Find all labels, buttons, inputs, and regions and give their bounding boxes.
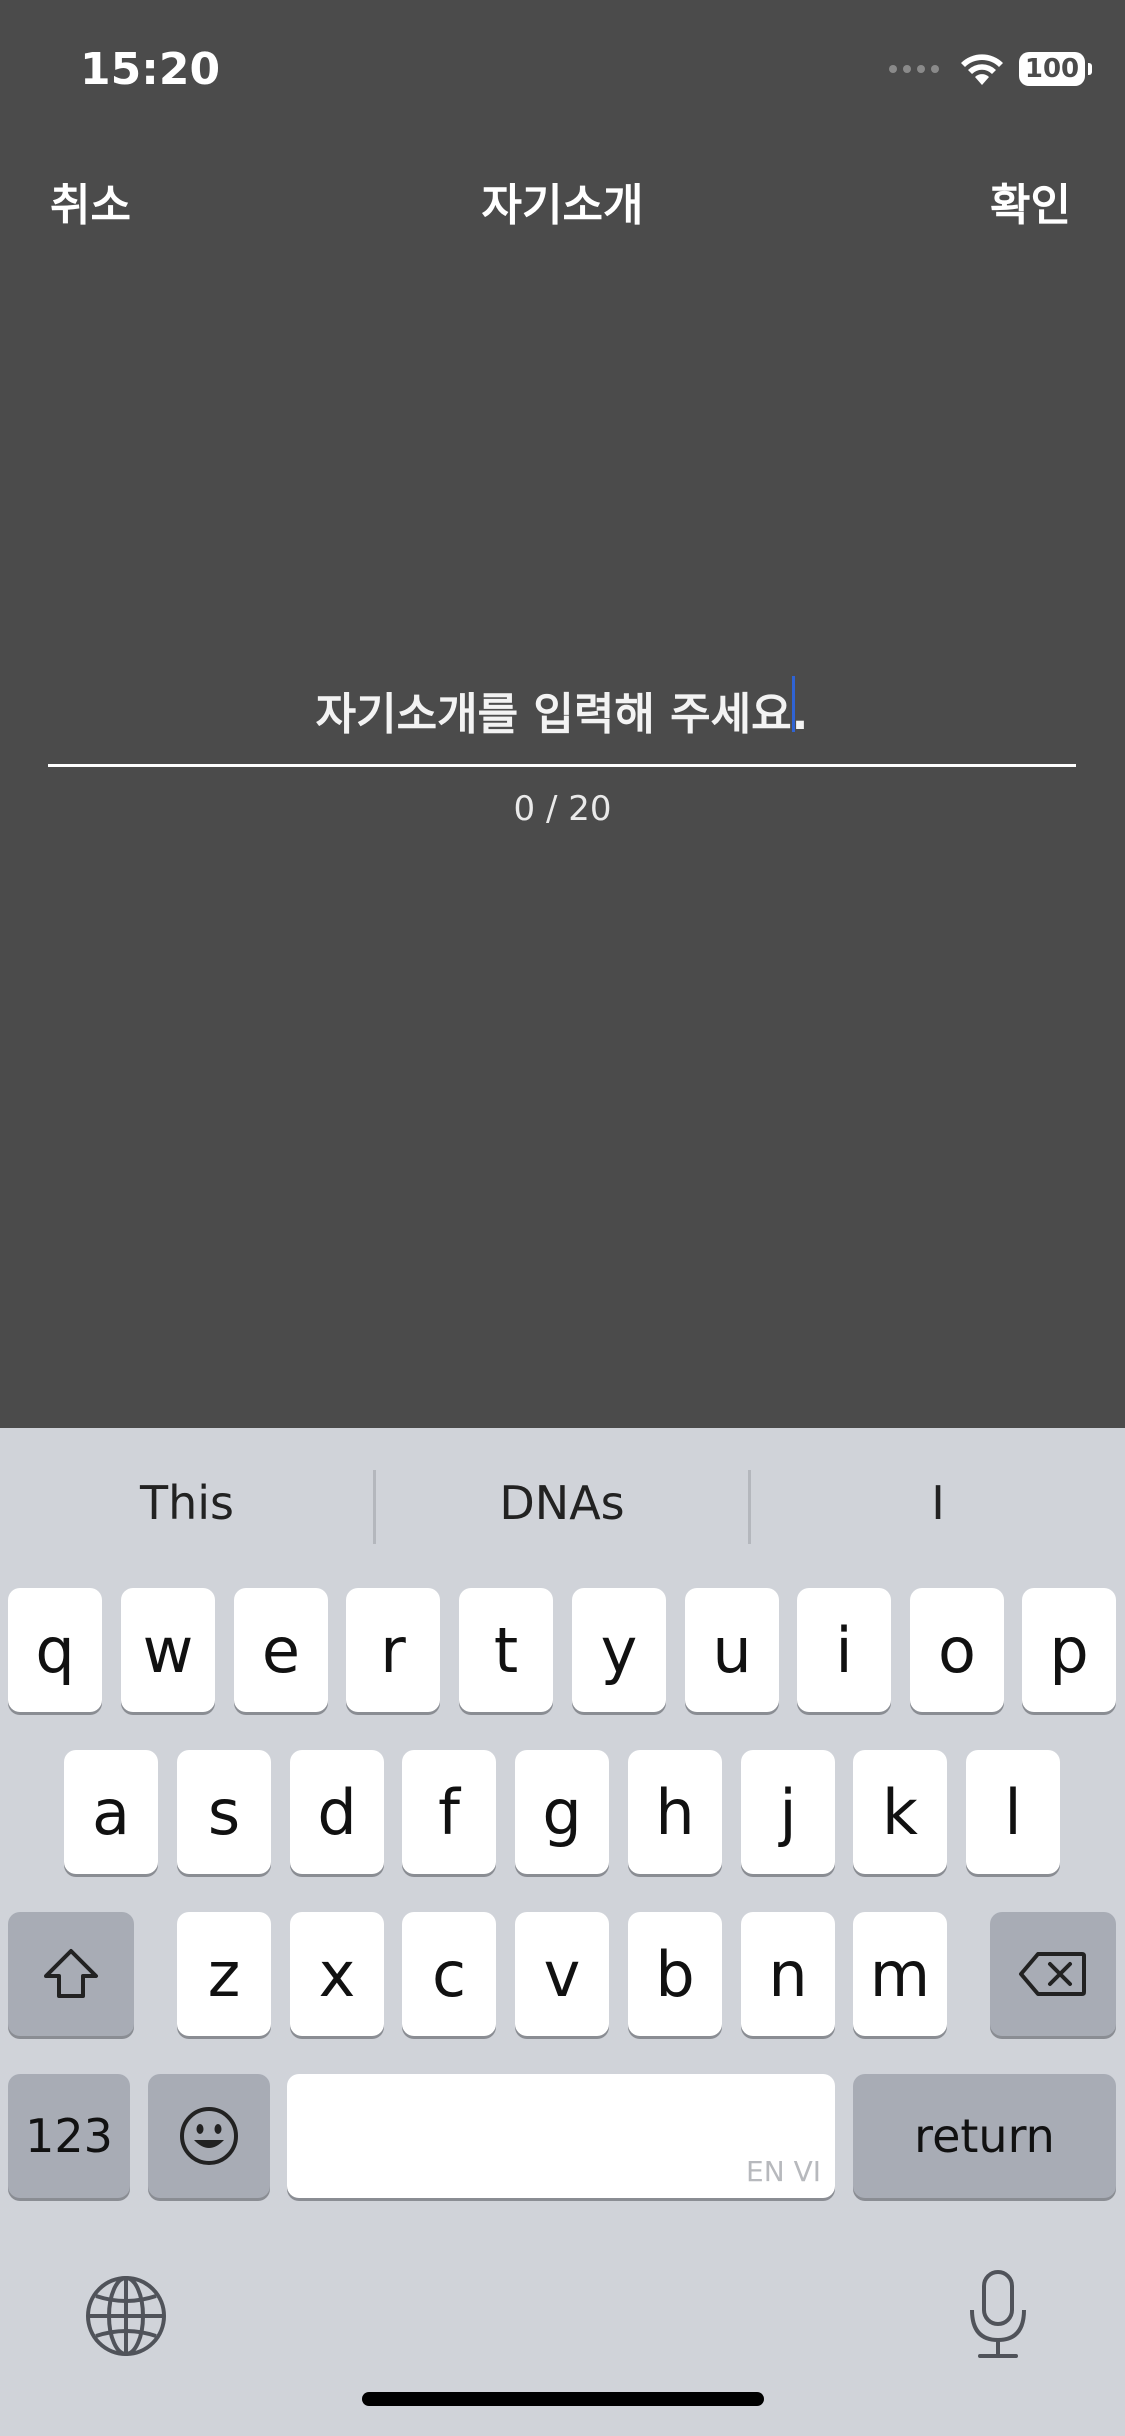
key-t[interactable]: t [459,1588,553,1712]
home-indicator[interactable] [362,2392,764,2406]
key-f[interactable]: f [402,1750,496,1874]
key-o[interactable]: o [910,1588,1004,1712]
microphone-icon[interactable] [966,2268,1030,2362]
return-key[interactable]: return [853,2074,1116,2198]
key-s[interactable]: s [177,1750,271,1874]
key-d[interactable]: d [290,1750,384,1874]
page-title: 자기소개 [481,180,644,231]
key-h[interactable]: h [628,1750,722,1874]
numbers-key[interactable]: 123 [8,2074,130,2198]
suggestion-bar: This DNAs I [0,1428,1125,1578]
keyboard-language-hint: EN VI [746,2155,821,2188]
emoji-key[interactable] [148,2074,270,2198]
globe-icon[interactable] [84,2274,168,2358]
keyboard: This DNAs I q w e r t y u i o p a s d f … [0,1428,1125,2436]
key-i[interactable]: i [797,1588,891,1712]
key-u[interactable]: u [685,1588,779,1712]
key-e[interactable]: e [234,1588,328,1712]
status-indicators: 100 [889,48,1092,90]
key-j[interactable]: j [741,1750,835,1874]
key-m[interactable]: m [853,1912,947,2036]
key-v[interactable]: v [515,1912,609,2036]
status-time: 15:20 [80,44,221,95]
suggestion-item[interactable]: DNAs [376,1468,748,1538]
suggestion-item[interactable]: This [0,1468,374,1538]
key-p[interactable]: p [1022,1588,1116,1712]
cellular-signal-icon [889,65,939,73]
battery-indicator: 100 [1019,52,1092,86]
key-w[interactable]: w [121,1588,215,1712]
key-z[interactable]: z [177,1912,271,2036]
key-c[interactable]: c [402,1912,496,2036]
wifi-icon [961,54,1003,85]
backspace-key[interactable] [990,1912,1116,2036]
key-k[interactable]: k [853,1750,947,1874]
key-r[interactable]: r [346,1588,440,1712]
key-y[interactable]: y [572,1588,666,1712]
shift-icon [44,1949,98,1998]
space-key[interactable]: EN VI [287,2074,835,2198]
suggestion-item[interactable]: I [751,1468,1125,1538]
character-counter: 0 / 20 [513,789,612,829]
emoji-icon [180,2107,238,2165]
key-x[interactable]: x [290,1912,384,2036]
key-q[interactable]: q [8,1588,102,1712]
key-l[interactable]: l [966,1750,1060,1874]
shift-key[interactable] [8,1912,134,2036]
backspace-icon [1019,1952,1086,1996]
intro-edit-screen: 15:20 100 취소 자기소개 확인 0 / 20 This DNAs I … [0,0,1125,2436]
key-b[interactable]: b [628,1912,722,2036]
text-caret [792,676,795,732]
intro-input[interactable] [48,664,1076,767]
key-g[interactable]: g [515,1750,609,1874]
key-n[interactable]: n [741,1912,835,2036]
confirm-button[interactable]: 확인 [990,176,1071,236]
key-a[interactable]: a [64,1750,158,1874]
